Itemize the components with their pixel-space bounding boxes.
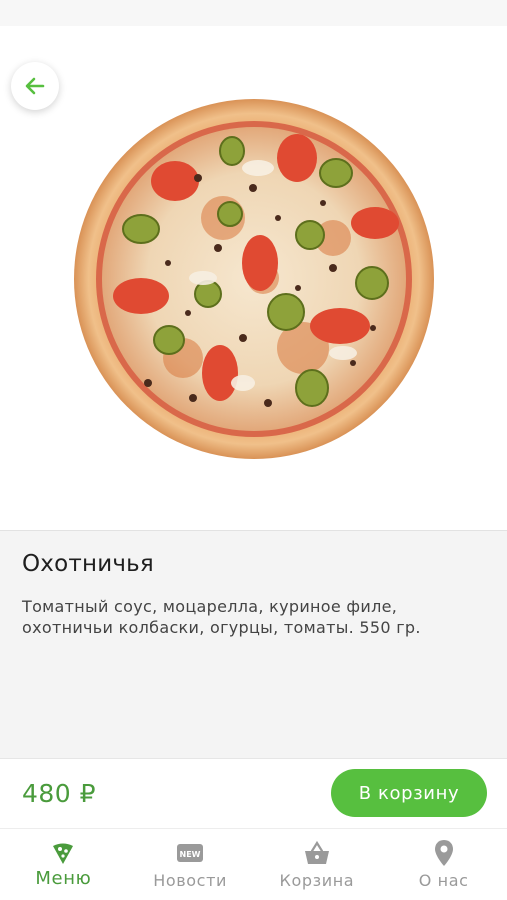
pizza-image [74,99,434,459]
product-price: 480 ₽ [22,779,97,808]
location-pin-icon [430,839,458,867]
tab-cart-label: Корзина [279,871,355,890]
bottom-tab-bar: Меню NEW Новости Корзина О нас [0,828,507,900]
product-title: Охотничья [22,551,154,577]
svg-text:NEW: NEW [180,850,201,859]
tab-news-label: Новости [153,871,227,890]
status-bar [0,0,507,26]
tab-news[interactable]: NEW Новости [127,829,254,900]
basket-icon [303,839,331,867]
product-info: Охотничья Томатный соус, моцарелла, кури… [0,531,507,758]
back-button[interactable] [11,62,59,110]
product-image-area [0,26,507,530]
tab-cart[interactable]: Корзина [254,829,381,900]
pizza-slice-icon [49,839,77,867]
add-to-cart-button[interactable]: В корзину [331,769,487,817]
tab-about[interactable]: О нас [380,829,507,900]
product-description: Томатный соус, моцарелла, куриное филе, … [22,597,421,637]
purchase-bar: 480 ₽ В корзину [0,758,507,828]
tab-menu-label: Меню [35,868,92,889]
tab-about-label: О нас [418,871,469,890]
arrow-left-icon [25,77,45,95]
new-badge-icon: NEW [176,839,204,867]
tab-menu[interactable]: Меню [0,829,127,900]
